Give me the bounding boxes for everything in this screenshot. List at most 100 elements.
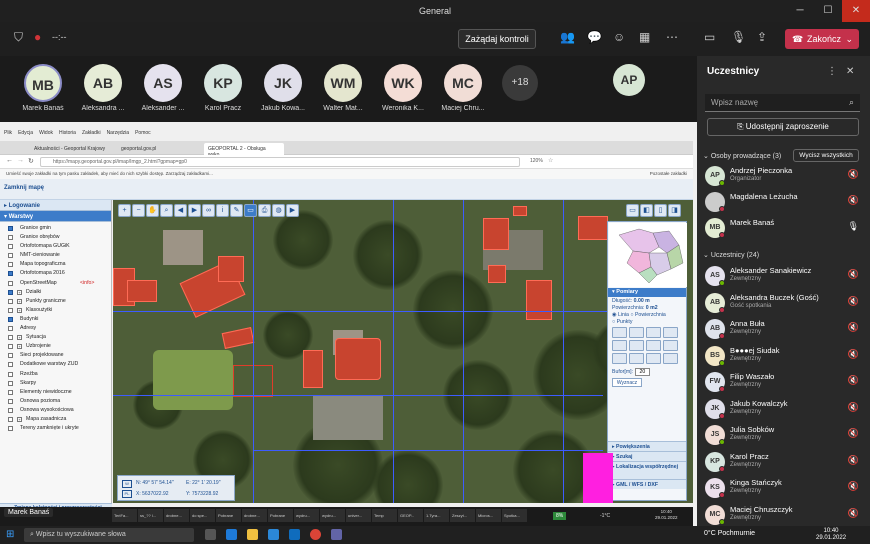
shared-taskbar-item[interactable]: Zeszyt...	[450, 509, 475, 522]
forward-view-icon[interactable]: ▶	[188, 204, 201, 217]
shared-taskbar-item[interactable]: ss_?? l...	[138, 509, 163, 522]
presenters-group-label[interactable]: ⌄ Osoby prowadzące (3)	[703, 152, 781, 160]
expand-icon[interactable]: +	[17, 344, 22, 350]
layer-checkbox[interactable]	[8, 326, 13, 332]
layer-checkbox[interactable]	[8, 426, 13, 432]
bookmark-star-icon[interactable]: ☆	[548, 157, 553, 164]
other-bookmarks[interactable]: Pozostałe zakładki	[650, 171, 687, 176]
layer-checkbox[interactable]	[8, 298, 13, 304]
camera-off-icon[interactable]: ▭	[704, 30, 715, 44]
layer-item[interactable]: Tereny zamknięte i ukryte	[0, 424, 111, 433]
layer-item[interactable]: Ortofotomapa 2016	[0, 269, 111, 278]
layer-item[interactable]: + Mapa zasadnicza	[0, 415, 111, 424]
layer-checkbox[interactable]	[8, 362, 13, 368]
share-screen-icon[interactable]: ⇪	[757, 30, 767, 44]
participant-row[interactable]: AB Aleksandra Buczek (Gość) Gość spotkania…	[705, 291, 865, 317]
panel-section[interactable]: ▸ Powiększenia	[608, 441, 686, 451]
layer-checkbox[interactable]	[8, 407, 13, 413]
participant-tile[interactable]: WM Walter Mat...	[315, 64, 371, 112]
teams-icon[interactable]	[331, 529, 342, 540]
browser-menu-item[interactable]: Zakładki	[82, 130, 101, 140]
layer-item[interactable]: Ortofotomapa GUGiK	[0, 242, 111, 251]
shared-taskbar-item[interactable]: wydru...	[294, 509, 319, 522]
layer-item[interactable]: + Sytuacja	[0, 333, 111, 342]
layer-checkbox[interactable]	[8, 353, 13, 359]
print-icon[interactable]: ⎙	[258, 204, 271, 217]
more-options-icon[interactable]: ⋯	[666, 30, 678, 44]
chevron-down-icon[interactable]: ⌄	[845, 29, 853, 49]
layer-checkbox[interactable]	[8, 226, 13, 231]
taskbar-search-input[interactable]: ⌕ Wpisz tu wyszukiwane słowa	[24, 528, 194, 542]
mic-muted-icon[interactable]: 🔇	[848, 169, 859, 180]
explorer-icon[interactable]	[247, 529, 258, 540]
participant-tile[interactable]: WK Weronika K...	[375, 64, 431, 112]
participant-row[interactable]: FW Filip Waszało Zewnętrzny 🔇	[705, 370, 865, 396]
mic-muted-icon[interactable]: 🔇	[848, 349, 859, 360]
participant-row[interactable]: Magdalena Leżucha 🔇	[705, 190, 865, 216]
participant-row[interactable]: AB Anna Buła Zewnętrzny 🔇	[705, 317, 865, 343]
layer-item[interactable]: Rzeźba	[0, 370, 111, 379]
overview-minimap[interactable]	[609, 223, 687, 287]
expand-icon[interactable]: +	[17, 335, 22, 341]
browser-menu-item[interactable]: Plik	[4, 130, 12, 140]
browser-tab-active[interactable]: GEOPORTAL 2 - Obsługa wyko...	[204, 143, 284, 158]
layer-checkbox[interactable]	[8, 335, 13, 341]
rooms-icon[interactable]: ▦	[639, 30, 650, 44]
wyznacz-button[interactable]: Wyznacz	[612, 378, 642, 387]
layer-checkbox[interactable]	[8, 244, 13, 250]
layer-item[interactable]: Mapa topograficzna	[0, 260, 111, 269]
layer-item[interactable]: Granice gmin	[0, 224, 111, 233]
expand-icon[interactable]: +	[17, 298, 22, 304]
osm-info-link[interactable]: <info>	[80, 279, 94, 288]
participant-tile[interactable]: KP Karol Pracz	[195, 64, 251, 112]
link-icon[interactable]: ∞	[202, 204, 215, 217]
maximize-icon[interactable]: ☐	[814, 0, 842, 22]
shared-taskbar-item[interactable]: do spe...	[190, 509, 215, 522]
layer-checkbox[interactable]	[8, 380, 13, 386]
mail-icon[interactable]	[289, 529, 300, 540]
store-icon[interactable]	[268, 529, 279, 540]
layer-checkbox[interactable]	[8, 307, 13, 313]
expand-icon[interactable]: +	[17, 416, 22, 422]
search-icon[interactable]: ⌕	[849, 97, 854, 108]
participant-search-input[interactable]: Wpisz nazwę ⌕	[705, 94, 860, 112]
layer-checkbox[interactable]	[8, 271, 13, 277]
layer-checkbox[interactable]	[8, 416, 13, 422]
layer-item[interactable]: Osnowa pozioma	[0, 397, 111, 406]
area-icon[interactable]	[646, 353, 661, 364]
request-control-button[interactable]: Zażądaj kontroli	[458, 29, 536, 49]
point-icon[interactable]	[629, 340, 644, 351]
shared-taskbar-item[interactable]: Pobrane	[268, 509, 293, 522]
edit-icon[interactable]: ✎	[230, 204, 243, 217]
participant-row[interactable]: JS Julia Sobków Zewnętrzny 🔇	[705, 423, 865, 449]
mic-muted-icon[interactable]: 🔇	[848, 455, 859, 466]
minimize-icon[interactable]: ─	[786, 0, 814, 22]
layer-item[interactable]: + Klasoużytki	[0, 306, 111, 315]
measure-tool-icon[interactable]	[629, 327, 644, 338]
participant-row[interactable]: JK Jakub Kowalczyk Zewnętrzny 🔇	[705, 397, 865, 423]
shared-taskbar-item[interactable]: Pobrane	[216, 509, 241, 522]
delete-icon[interactable]	[663, 327, 678, 338]
participant-tile[interactable]: AB Aleksandra ...	[75, 64, 131, 112]
mic-muted-icon[interactable]: 🔇	[848, 296, 859, 307]
measure-tool-icon[interactable]	[612, 327, 627, 338]
shared-taskbar-item[interactable]: Spotka...	[502, 509, 527, 522]
undo-icon[interactable]	[612, 353, 627, 364]
panel-section[interactable]: ▸ Szukaj	[608, 451, 686, 461]
panel-section[interactable]: ▸ Lokalizacja współrzędnej	[608, 461, 686, 479]
share-invite-button[interactable]: ⎘ Udostępnij zaproszenie	[707, 118, 859, 136]
layer-item[interactable]: + Uzbrojenie	[0, 342, 111, 351]
video-icon[interactable]: ▶	[286, 204, 299, 217]
task-view-icon[interactable]	[205, 529, 216, 540]
zoom-out-icon[interactable]: −	[132, 204, 145, 217]
layer-checkbox[interactable]	[8, 398, 13, 404]
layer-item[interactable]: Elementy niewidoczne	[0, 388, 111, 397]
layer-checkbox[interactable]	[8, 280, 13, 286]
attendees-group-label[interactable]: ⌄ Uczestnicy (24)	[703, 251, 759, 259]
people-icon[interactable]: 👥	[560, 30, 575, 44]
shared-taskbar-item[interactable]: drobne...	[164, 509, 189, 522]
browser-menu-item[interactable]: Narzędzia	[107, 130, 130, 140]
browser-menu-item[interactable]: Widok	[39, 130, 53, 140]
back-icon[interactable]: ←	[6, 157, 13, 164]
participant-tile[interactable]: AP	[601, 64, 657, 96]
